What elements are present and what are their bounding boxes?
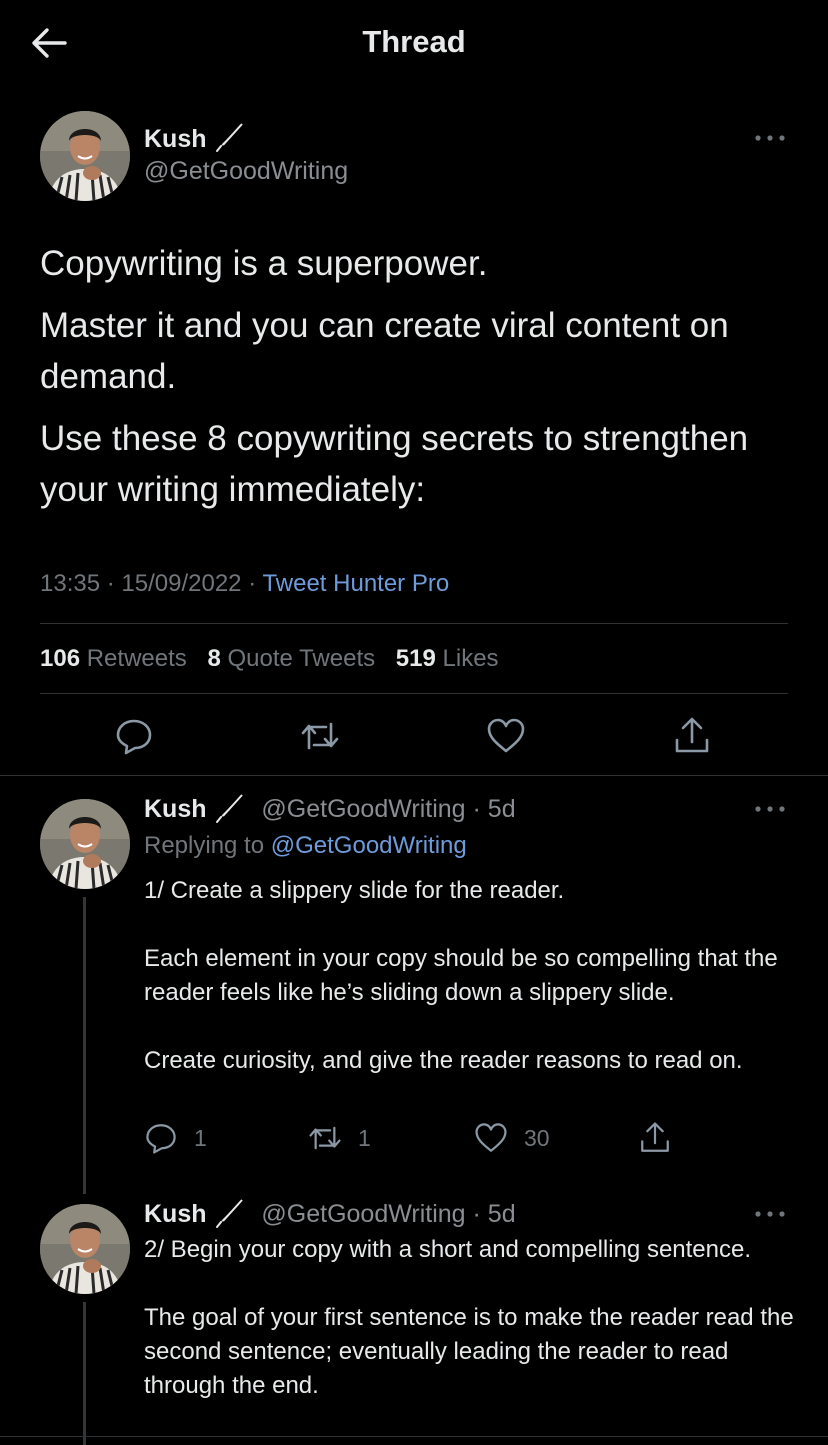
reply-text: 1/ Create a slippery slide for the reade… [144, 877, 778, 1074]
tweet-paragraph: Copywriting is a superpower. [40, 244, 488, 283]
tweet-paragraph: Use these 8 copywriting secrets to stren… [40, 419, 749, 509]
author-name[interactable]: Kush [144, 1200, 207, 1228]
thread-line [83, 897, 86, 1194]
reply-header: Kush @GetGoodWriting · 5d [144, 795, 516, 824]
retweet-icon [301, 722, 339, 750]
reply-button[interactable]: 1 [144, 1121, 207, 1155]
like-button[interactable] [486, 716, 526, 756]
reply-header: Kush @GetGoodWriting · 5d [144, 1200, 516, 1229]
pen-icon [216, 1199, 243, 1228]
author-name-text: Kush [144, 125, 207, 153]
reply-icon [146, 1124, 176, 1154]
divider [40, 693, 788, 694]
share-icon [641, 1122, 669, 1152]
reply-icon [116, 719, 152, 755]
quote-tweets-stat[interactable]: 8 Quote Tweets [207, 645, 375, 673]
divider [40, 623, 788, 624]
likes-stat[interactable]: 519 Likes [396, 645, 499, 673]
replying-to: Replying to @GetGoodWriting [144, 832, 467, 860]
meta-separator: · [465, 1200, 488, 1228]
avatar-photo [40, 799, 130, 889]
reply-age: 5d [487, 1200, 516, 1228]
author-name[interactable]: Kush [144, 795, 207, 823]
tweet-stats: 106 Retweets 8 Quote Tweets 519 Likes [40, 645, 513, 673]
likes-label: Likes [442, 645, 499, 672]
meta-separator: · [106, 570, 115, 597]
like-button[interactable]: 30 [474, 1121, 550, 1155]
pen-icon [216, 794, 243, 823]
replying-prefix: Replying to [144, 832, 265, 859]
retweets-stat[interactable]: 106 Retweets [40, 645, 187, 673]
like-icon [487, 718, 525, 753]
meta-separator: · [248, 570, 257, 597]
reply-age: 5d [487, 795, 516, 823]
pen-icon [216, 123, 243, 152]
reply-button[interactable] [114, 716, 154, 756]
retweet-button[interactable] [300, 716, 340, 756]
author-handle[interactable]: @GetGoodWriting [261, 795, 465, 823]
author-handle[interactable]: @GetGoodWriting [144, 157, 348, 186]
avatar[interactable] [40, 1204, 130, 1294]
author-name[interactable]: Kush [144, 125, 207, 154]
reply-text: 2/ Begin your copy with a short and comp… [144, 1236, 794, 1399]
tweet-meta: 13:35 · 15/09/2022 · Tweet Hunter Pro [40, 570, 449, 598]
more-icon[interactable] [754, 1209, 786, 1219]
tweet-date: 15/09/2022 [121, 570, 242, 597]
likes-count: 519 [395, 645, 436, 672]
avatar-photo [40, 111, 130, 201]
tweet-source-link[interactable]: Tweet Hunter Pro [262, 570, 449, 597]
divider [0, 1436, 828, 1437]
retweet-count: 1 [358, 1124, 371, 1151]
like-count: 30 [524, 1124, 550, 1151]
retweet-button[interactable]: 1 [308, 1121, 371, 1155]
avatar[interactable] [40, 111, 130, 201]
like-icon [475, 1123, 507, 1152]
retweets-count: 106 [40, 645, 81, 672]
author-handle[interactable]: @GetGoodWriting [261, 1200, 465, 1228]
share-button[interactable] [638, 1121, 672, 1155]
more-icon[interactable] [754, 804, 786, 814]
more-icon[interactable] [754, 133, 786, 143]
page-title: Thread [362, 24, 466, 59]
avatar-photo [40, 1204, 130, 1294]
meta-separator: · [465, 795, 488, 823]
avatar[interactable] [40, 799, 130, 889]
tweet-time: 13:35 [40, 570, 101, 597]
quotes-count: 8 [207, 645, 221, 672]
thread-line [83, 1302, 86, 1445]
retweet-icon [309, 1126, 341, 1150]
share-button[interactable] [672, 716, 712, 756]
quotes-label: Quote Tweets [227, 645, 376, 672]
divider [0, 775, 828, 776]
replying-to-link[interactable]: @GetGoodWriting [271, 832, 467, 859]
share-icon [675, 717, 709, 753]
tweet-paragraph: Master it and you can create viral conte… [40, 306, 729, 396]
tweet-text: Copywriting is a superpower. Master it a… [40, 238, 800, 526]
reply-count: 1 [194, 1124, 207, 1151]
retweets-label: Retweets [86, 645, 187, 672]
